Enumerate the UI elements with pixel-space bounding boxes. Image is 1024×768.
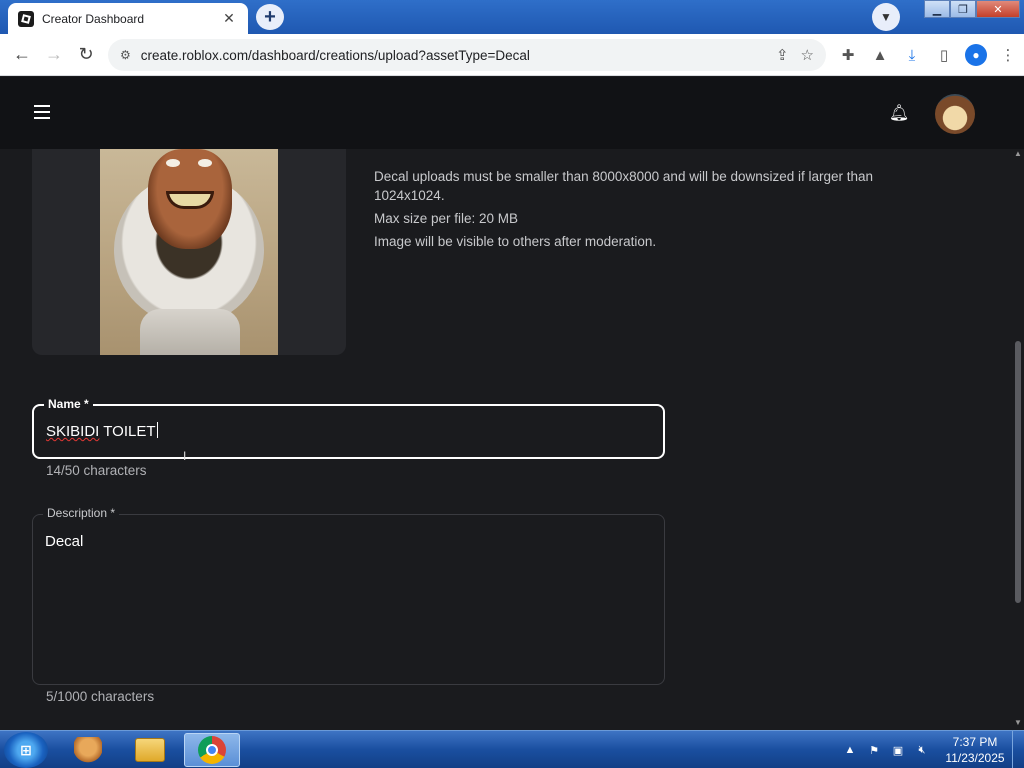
scroll-up-arrow-icon[interactable]: ▲ — [1012, 149, 1024, 161]
text-caret — [156, 422, 158, 438]
cat-app-icon — [74, 737, 102, 763]
uploaded-image-preview — [100, 149, 278, 355]
close-window-button[interactable]: ✕ — [976, 0, 1020, 18]
roblox-favicon-icon — [18, 10, 34, 27]
folder-icon — [135, 738, 165, 762]
chevron-down-icon: ▼ — [880, 10, 892, 24]
toilet-base-shape — [140, 309, 240, 355]
hamburger-menu-icon[interactable] — [34, 105, 50, 119]
description-field-label: Description * — [43, 506, 120, 520]
browser-toolbar: ← → ↻ ⚙ create.roblox.com/dashboard/crea… — [0, 34, 1024, 76]
taskbar-clock[interactable]: 7:37 PM 11/23/2025 — [940, 734, 1010, 766]
action-center-flag-icon[interactable]: ⚑ — [866, 742, 882, 758]
image-preview-card — [32, 149, 346, 355]
left-eye-shape — [166, 159, 180, 167]
address-bar[interactable]: ⚙ create.roblox.com/dashboard/creations/… — [108, 39, 826, 71]
bell-icon[interactable]: 🔔︎ — [889, 102, 909, 124]
description-field[interactable]: Description * Decal — [32, 506, 665, 685]
misspelled-word: SKIBIDI — [46, 423, 100, 440]
mouth-shape — [166, 191, 214, 209]
profile-person-icon: ● — [965, 44, 987, 66]
volume-muted-icon[interactable]: 🔇︎ — [914, 742, 930, 758]
scrollbar-thumb[interactable] — [1015, 341, 1021, 603]
minimize-button[interactable]: ▁ — [924, 0, 950, 18]
site-info-icon[interactable]: ⚙ — [120, 48, 131, 62]
text-cursor-icon: I — [183, 449, 187, 463]
page-scrollbar[interactable]: ▲ ▼ — [1012, 149, 1024, 730]
network-icon[interactable]: ▣ — [890, 742, 906, 758]
upload-form: Decal uploads must be smaller than 8000x… — [0, 149, 1012, 730]
back-button[interactable]: ← — [6, 39, 38, 71]
chrome-icon — [198, 736, 226, 764]
tab-title: Creator Dashboard — [42, 11, 145, 26]
system-tray: ▲ ⚑ ▣ 🔇︎ — [842, 731, 930, 768]
clock-time: 7:37 PM — [952, 735, 998, 749]
extensions-puzzle-icon[interactable]: ✚ — [832, 39, 864, 71]
name-character-counter: 14/50 characters — [46, 463, 147, 478]
share-icon[interactable]: ⇪ — [776, 46, 789, 64]
arrow-right-icon: → — [45, 44, 63, 64]
description-input-value[interactable]: Decal — [45, 533, 83, 550]
moderation-notice-text: Image will be visible to others after mo… — [374, 234, 657, 249]
taskbar-app-explorer[interactable] — [122, 733, 178, 767]
taskbar-app-cat[interactable] — [60, 733, 116, 767]
clock-date: 11/23/2025 — [945, 751, 1005, 765]
face-shape — [148, 149, 232, 249]
download-icon[interactable]: ⤓ — [896, 39, 928, 71]
name-value-rest: TOILET — [99, 423, 156, 440]
taskbar-app-chrome[interactable] — [184, 733, 240, 767]
browser-tab-strip: Creator Dashboard ✕ + ▼ ▁ ❐ ✕ — [0, 0, 1024, 34]
user-avatar[interactable] — [935, 94, 975, 134]
browser-tab[interactable]: Creator Dashboard ✕ — [8, 3, 248, 34]
lab-flask-icon[interactable]: ▲ — [864, 39, 896, 71]
tray-expand-icon[interactable]: ▲ — [842, 742, 858, 758]
creator-dashboard-header: 🔔︎ — [0, 77, 1024, 149]
description-character-counter: 5/1000 characters — [46, 689, 155, 704]
profile-button[interactable]: ● — [960, 39, 992, 71]
scroll-down-arrow-icon[interactable]: ▼ — [1012, 718, 1024, 730]
name-input-value[interactable]: SKIBIDI TOILET — [46, 422, 158, 440]
max-size-text: Max size per file: 20 MB — [374, 211, 519, 226]
name-field[interactable]: Name * SKIBIDI TOILET — [32, 397, 665, 459]
forward-button[interactable]: → — [38, 39, 70, 71]
tab-close-button[interactable]: ✕ — [220, 10, 238, 27]
tab-search-button[interactable]: ▼ — [872, 3, 900, 31]
window-controls: ▁ ❐ ✕ — [924, 0, 1020, 20]
reload-button[interactable]: ↻ — [70, 39, 102, 71]
windows-taskbar: ⊞ ▲ ⚑ ▣ 🔇︎ 7:37 PM 11/23/2025 — [0, 730, 1024, 768]
upload-requirements: Decal uploads must be smaller than 8000x… — [374, 167, 934, 255]
maximize-button[interactable]: ❐ — [950, 0, 976, 18]
bookmark-star-icon[interactable]: ☆ — [801, 46, 814, 64]
name-field-label: Name * — [44, 397, 93, 411]
right-eye-shape — [198, 159, 212, 167]
kebab-menu-icon[interactable]: ⋮ — [992, 39, 1024, 71]
new-tab-button[interactable]: + — [256, 4, 284, 30]
arrow-left-icon: ← — [13, 44, 31, 64]
size-requirement-text: Decal uploads must be smaller than 8000x… — [374, 169, 874, 203]
extension-area: ✚ ▲ ⤓ ▯ ● ⋮ — [832, 39, 1024, 71]
start-button[interactable]: ⊞ — [4, 732, 48, 768]
side-panel-icon[interactable]: ▯ — [928, 39, 960, 71]
url-text[interactable]: create.roblox.com/dashboard/creations/up… — [141, 48, 764, 63]
show-desktop-button[interactable] — [1012, 731, 1024, 768]
reload-icon: ↻ — [78, 44, 94, 64]
